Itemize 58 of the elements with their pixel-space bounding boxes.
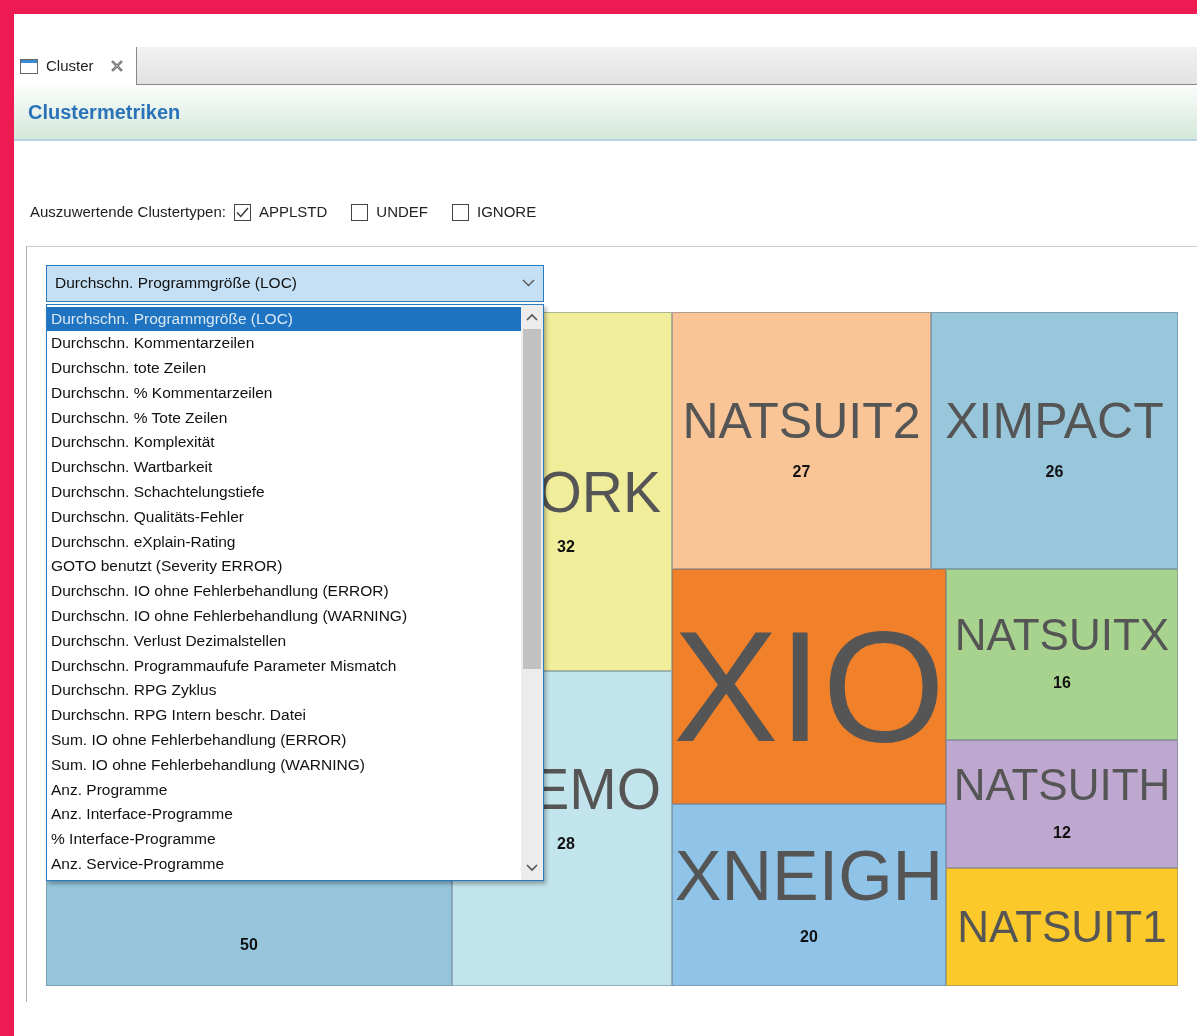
chevron-down-icon[interactable] — [526, 863, 538, 872]
section-title: Clustermetriken — [28, 100, 181, 125]
chevron-down-icon — [522, 279, 535, 287]
tile-label: NATSUIT1 — [957, 904, 1167, 949]
view-tab[interactable]: Cluster — [14, 47, 137, 85]
checkbox[interactable] — [451, 203, 469, 221]
chevron-up-icon[interactable] — [526, 312, 538, 321]
tile-value: 27 — [792, 462, 811, 482]
dropdown-option[interactable]: Durchschn. Verlust Dezimalstellen — [47, 628, 521, 654]
checkbox-label: APPLSTD — [258, 202, 328, 222]
dropdown-option[interactable]: Durchschn. tote Zeilen — [47, 356, 521, 381]
tile-label: NATSUITX — [954, 613, 1170, 657]
dropdown-option[interactable]: Sum. IO ohne Fehlerbehandlung (ERROR) — [47, 728, 521, 753]
tile-value: 32 — [557, 536, 575, 557]
filter-label: Auszuwertende Clustertypen: — [30, 202, 226, 222]
dropdown-option[interactable]: Durchschn. Kommentarzeilen — [47, 331, 521, 357]
scrollbar-thumb[interactable] — [523, 328, 541, 669]
checkbox[interactable] — [233, 203, 251, 221]
dropdown-option[interactable]: Sum. IO ohne Fehlerbehandlung (WARNING) — [47, 752, 521, 778]
dropdown-value: Durchschn. Programmgröße (LOC) — [55, 273, 298, 294]
tile-value: 50 — [240, 934, 258, 955]
tile-label: NATSUIT2 — [682, 396, 921, 446]
dropdown-option[interactable]: Anz. Service-Programme — [47, 852, 521, 877]
dropdown-option[interactable]: Durchschn. % Kommentarzeilen — [47, 380, 521, 406]
window-icon — [20, 58, 38, 74]
dropdown-option[interactable]: Durchschn. Programmgröße (LOC) — [47, 306, 521, 332]
tile-label: XIMPACT — [945, 396, 1164, 446]
tab-title: Cluster — [46, 55, 94, 76]
metric-dropdown[interactable]: Durchschn. Programmgröße (LOC) — [46, 264, 544, 302]
checkbox[interactable] — [351, 203, 369, 221]
dropdown-option[interactable]: GOTO benutzt (Severity ERROR) — [47, 554, 521, 580]
checkbox-label: UNDEF — [376, 202, 428, 222]
dropdown-option[interactable]: Durchschn. RPG Intern beschr. Datei — [47, 703, 521, 729]
tile-value: 28 — [557, 833, 575, 854]
dropdown-option[interactable]: Durchschn. Wartbarkeit — [47, 455, 521, 481]
dropdown-option[interactable]: Durchschn. Programmaufufe Parameter Mismatch — [47, 653, 521, 679]
checkbox-label: IGNORE — [476, 202, 537, 222]
dropdown-option[interactable]: Durchschn. Qualitäts-Fehler — [47, 504, 521, 530]
dropdown-option[interactable]: Anz. Interface-Programme — [47, 802, 521, 828]
dropdown-option[interactable]: Durchschn. IO ohne Fehlerbehandlung (WARNING) — [47, 604, 521, 629]
dropdown-option[interactable]: Durchschn. % Tote Zeilen — [47, 405, 521, 431]
tile-label: ORK — [537, 463, 661, 521]
dropdown-option[interactable]: Durchschn. IO ohne Fehlerbehandlung (ERROR) — [47, 579, 521, 605]
dropdown-option[interactable]: Anz. Programme — [47, 777, 521, 803]
dropdown-option[interactable]: Durchschn. RPG Zyklus — [47, 678, 521, 704]
tile-value: 26 — [1045, 462, 1064, 482]
dropdown-option[interactable]: Durchschn. eXplain-Rating — [47, 529, 521, 555]
scrollbar[interactable] — [521, 304, 543, 880]
tile-label: XNEIGH — [674, 840, 944, 911]
tile-label: XIO — [672, 607, 946, 765]
tile-value: 12 — [1053, 822, 1071, 843]
tile-label: NATSUITH — [953, 762, 1171, 807]
close-icon[interactable] — [109, 59, 124, 73]
dropdown-option[interactable]: % Interface-Programme — [47, 827, 521, 853]
dropdown-option[interactable]: Durchschn. Komplexität — [47, 430, 521, 456]
tile-value: 16 — [1053, 673, 1071, 693]
tile-value: 20 — [800, 926, 818, 947]
dropdown-option[interactable]: Durchschn. Schachtelungstiefe — [47, 480, 521, 505]
